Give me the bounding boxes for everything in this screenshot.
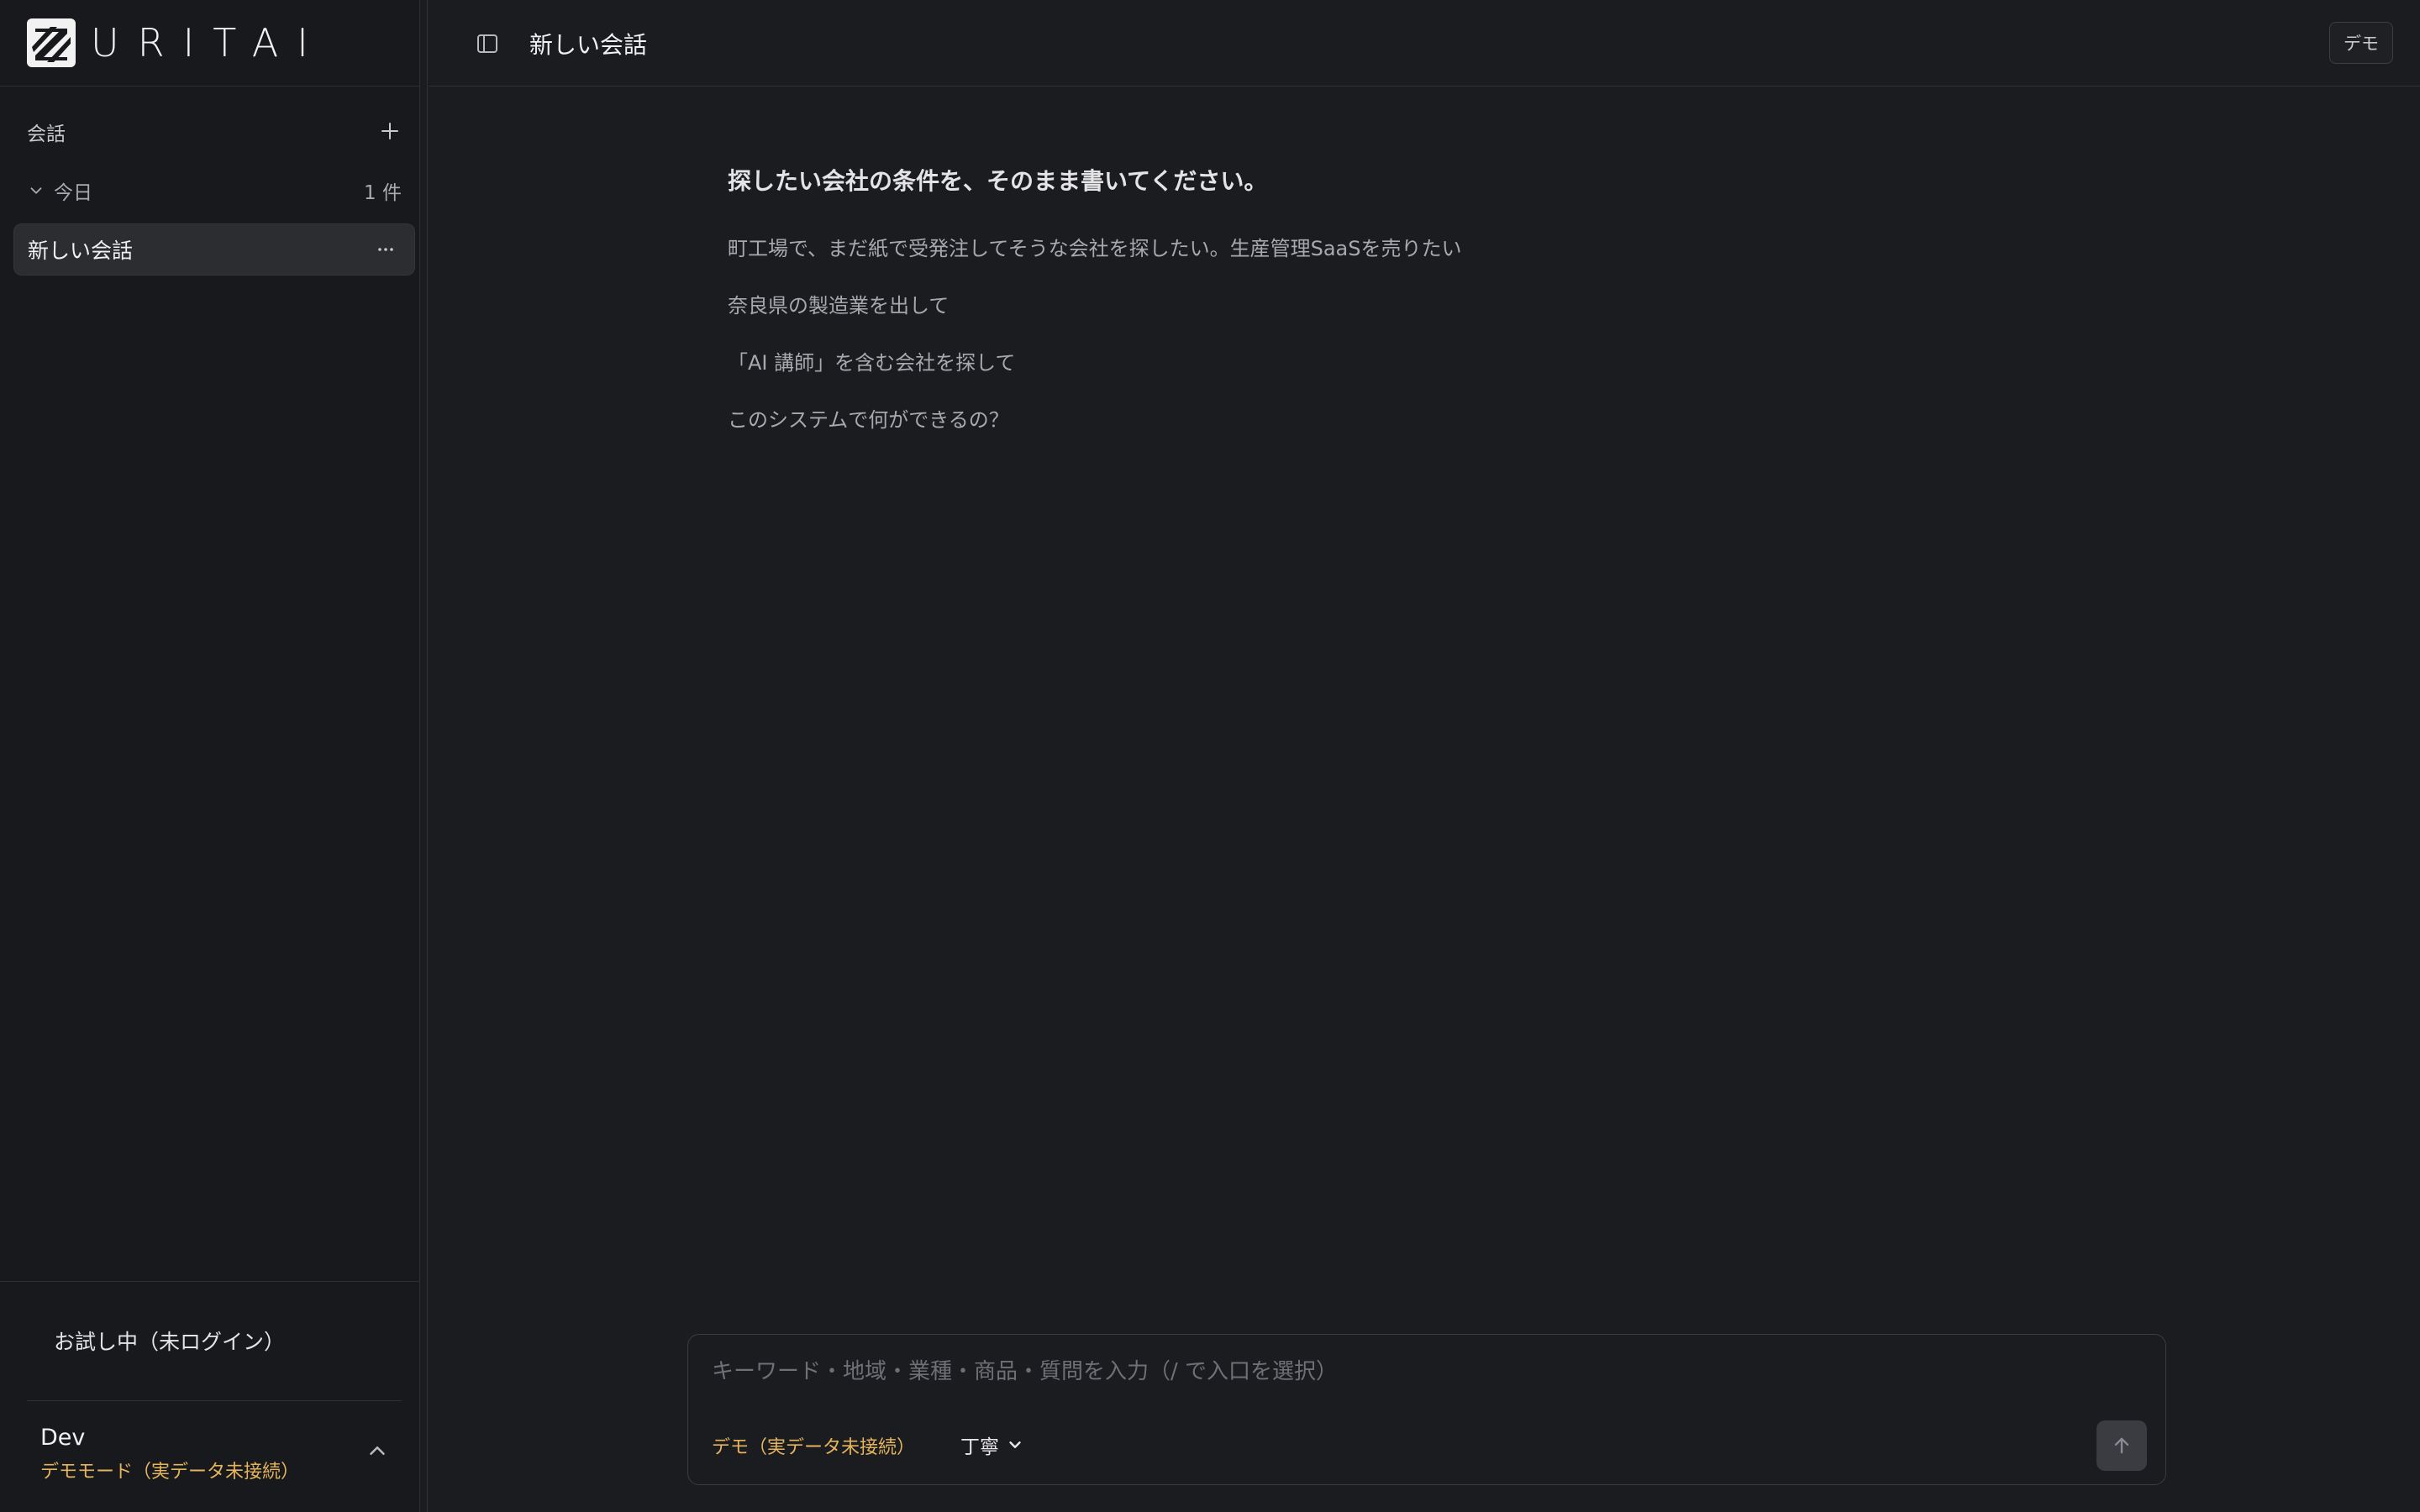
trial-status-label: お試し中（未ログイン） xyxy=(54,1330,286,1354)
logo-text: URITAI xyxy=(91,20,327,66)
chevron-down-icon xyxy=(1009,1441,1021,1448)
plus-icon xyxy=(381,123,398,139)
app-logo[interactable]: URITAI xyxy=(27,18,327,67)
suggestion-item[interactable]: このシステムで何ができるの？ xyxy=(728,403,1009,433)
divider xyxy=(0,86,420,87)
page-title: 新しい会話 xyxy=(529,31,648,59)
message-input[interactable] xyxy=(712,1353,2140,1390)
arrow-up-icon xyxy=(2114,1437,2129,1454)
sidebar: URITAI 会話 今日 1 件 新しい会話 お試し中（未ログイン） Dev デ… xyxy=(0,0,420,1512)
sidebar-toggle-button[interactable] xyxy=(471,27,504,60)
divider xyxy=(0,1281,420,1282)
conversations-section-label: 会話 xyxy=(27,123,66,145)
divider xyxy=(27,1400,402,1401)
sidebar-resize-handle[interactable] xyxy=(421,0,428,1512)
suggestion-item[interactable]: 町工場で、まだ紙で受発注してそうな会社を探したい。生産管理SaaSを売りたい xyxy=(728,232,1461,261)
data-mode-label: デモ（実データ未接続） xyxy=(712,1437,916,1458)
send-button[interactable] xyxy=(2096,1420,2147,1471)
top-bar: 新しい会話 デモ xyxy=(429,0,2420,87)
tone-value: 丁寧 xyxy=(960,1436,999,1458)
conversation-more-button[interactable] xyxy=(371,234,401,265)
group-label: 今日 xyxy=(54,182,92,204)
tone-select[interactable]: 丁寧 xyxy=(960,1431,1024,1459)
more-horizontal-icon xyxy=(378,248,393,251)
conversation-group-today[interactable]: 今日 1 件 xyxy=(27,176,402,205)
suggestion-item[interactable]: 奈良県の製造業を出して xyxy=(728,289,949,318)
logo-mark-icon xyxy=(27,18,76,67)
new-conversation-button[interactable] xyxy=(373,114,407,148)
intro-title: 探したい会社の条件を、そのまま書いてください。 xyxy=(728,167,1268,195)
demo-badge: デモ xyxy=(2329,22,2393,64)
sidebar-toggle-icon xyxy=(477,34,497,53)
conversation-title: 新しい会話 xyxy=(28,239,134,263)
user-mode-label: デモモード（実データ未接続） xyxy=(40,1462,300,1483)
conversation-item[interactable]: 新しい会話 xyxy=(13,223,415,276)
message-composer: デモ（実データ未接続） 丁寧 xyxy=(687,1334,2166,1485)
chevron-up-icon xyxy=(370,1446,385,1455)
user-name: Dev xyxy=(40,1425,86,1451)
suggestion-item[interactable]: 「AI 講師」を含む会社を探して xyxy=(728,346,1015,375)
user-menu-button[interactable]: Dev デモモード（実データ未接続） xyxy=(27,1420,402,1487)
group-count: 1 件 xyxy=(364,182,402,204)
chevron-down-icon xyxy=(30,187,42,194)
